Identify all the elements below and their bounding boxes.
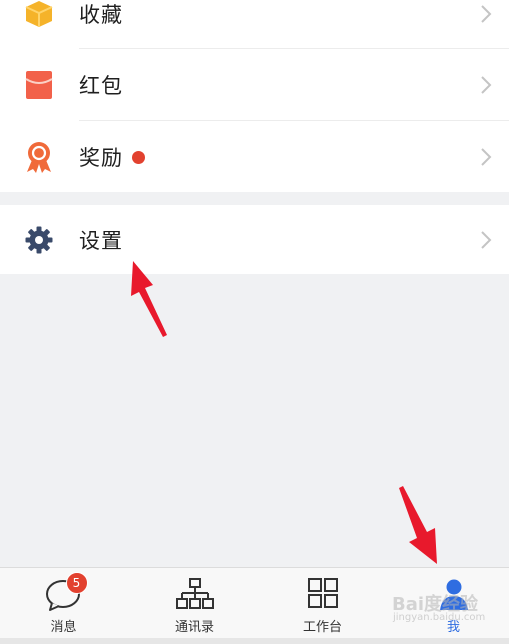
chevron-right-icon	[481, 230, 492, 249]
unread-badge: 5	[65, 572, 88, 594]
chevron-right-icon	[481, 5, 492, 23]
annotation-arrow-icon	[131, 261, 167, 337]
red-packet-icon	[22, 68, 56, 102]
tab-workbench[interactable]: 工作台	[259, 568, 386, 638]
org-chart-icon	[175, 576, 215, 612]
menu-item-label: 奖励	[79, 146, 123, 170]
system-bar	[0, 638, 509, 644]
gear-icon	[22, 223, 56, 257]
annotation-arrow-icon	[399, 486, 437, 564]
tab-label: 消息	[50, 620, 77, 635]
tab-messages[interactable]: 5 消息	[0, 568, 127, 638]
grid-icon	[303, 576, 343, 612]
menu-item-favorites[interactable]: 收藏	[0, 0, 509, 50]
watermark-url: jingyan.baidu.com	[393, 612, 486, 623]
medal-icon	[22, 140, 56, 174]
notification-dot	[132, 150, 145, 164]
menu-item-label: 设置	[79, 228, 123, 253]
tab-label: 通讯录	[174, 620, 214, 635]
menu-item-red-packet[interactable]: 红包	[0, 49, 509, 121]
menu-group-top: 收藏 红包 奖励	[0, 0, 509, 192]
chevron-right-icon	[481, 76, 492, 94]
menu-item-settings[interactable]: 设置	[0, 205, 509, 274]
menu-item-rewards[interactable]: 奖励	[0, 121, 509, 193]
chevron-right-icon	[481, 148, 492, 166]
menu-item-label: 红包	[79, 74, 123, 98]
favorites-box-icon	[22, 0, 56, 31]
chat-bubble-icon: 5	[44, 572, 88, 612]
tab-label: 工作台	[302, 620, 342, 635]
me-page: 收藏 红包 奖励 设置 5 消息 通讯录 工作台 我 Bai度经验 jingya…	[0, 0, 509, 644]
tab-contacts[interactable]: 通讯录	[131, 568, 258, 638]
menu-item-label: 收藏	[79, 3, 123, 27]
menu-group-settings: 设置	[0, 205, 509, 274]
